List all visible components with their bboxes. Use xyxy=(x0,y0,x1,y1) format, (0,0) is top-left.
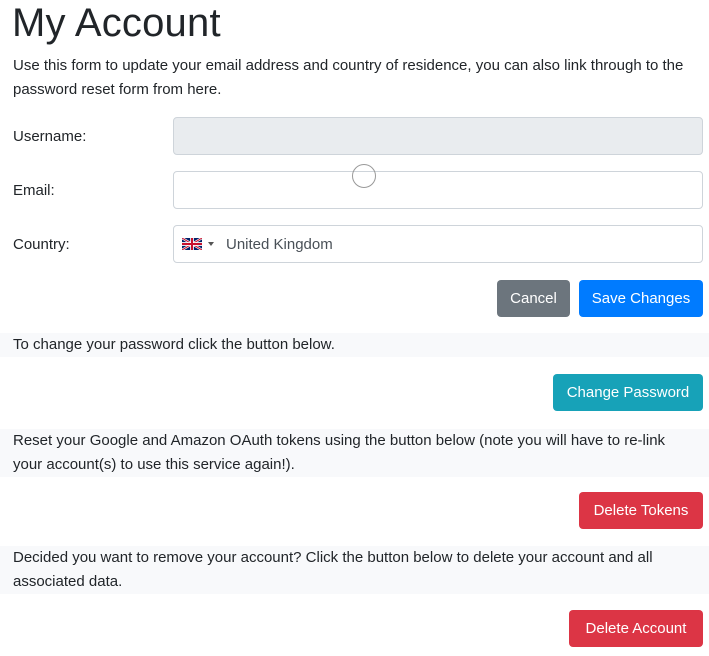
email-field[interactable] xyxy=(173,171,703,209)
change-password-button[interactable]: Change Password xyxy=(553,374,703,411)
page-intro: Use this form to update your email addre… xyxy=(13,57,684,98)
cancel-button[interactable]: Cancel xyxy=(497,280,570,317)
country-select[interactable]: United Kingdom xyxy=(173,225,703,263)
chevron-down-icon[interactable] xyxy=(208,242,214,246)
delete-section-text: Decided you want to remove your account?… xyxy=(0,546,709,594)
uk-flag-icon[interactable] xyxy=(182,238,202,250)
password-section-text: To change your password click the button… xyxy=(0,333,709,357)
tokens-section-text: Reset your Google and Amazon OAuth token… xyxy=(0,429,709,477)
country-label: Country: xyxy=(13,236,70,253)
delete-tokens-button[interactable]: Delete Tokens xyxy=(579,492,703,529)
page-title: My Account xyxy=(12,1,221,45)
username-field[interactable] xyxy=(173,117,703,155)
delete-account-button[interactable]: Delete Account xyxy=(569,610,703,647)
loading-spinner-icon xyxy=(352,164,376,188)
country-value: United Kingdom xyxy=(226,235,333,253)
username-label: Username: xyxy=(13,128,87,145)
save-changes-button[interactable]: Save Changes xyxy=(579,280,703,317)
email-label: Email: xyxy=(13,182,55,199)
